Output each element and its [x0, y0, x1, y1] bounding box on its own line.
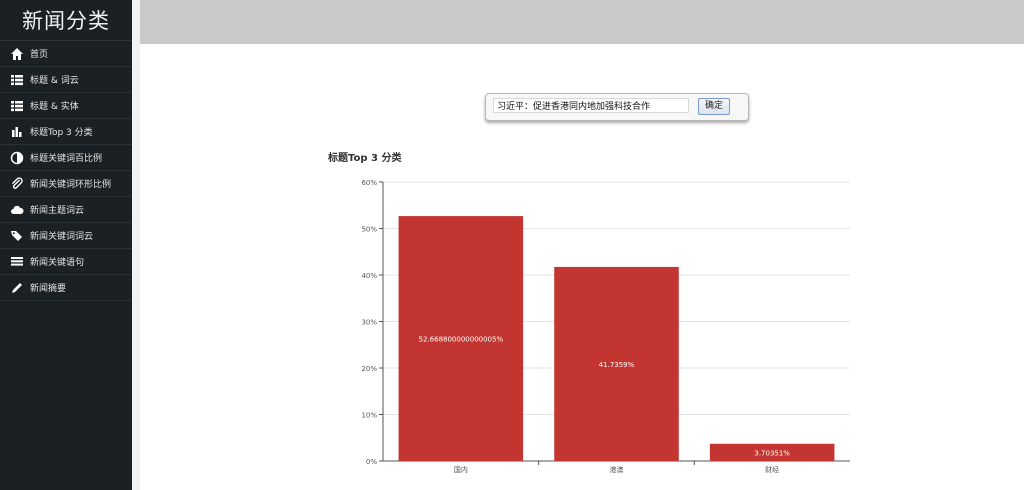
paperclip-icon	[10, 176, 24, 191]
sidebar-item-label: 标题关键词百比例	[30, 154, 103, 164]
confirm-button[interactable]: 确定	[698, 98, 730, 115]
sidebar-item[interactable]: 新闻摘要	[0, 275, 132, 301]
sidebar-item-label: 新闻关键词环形比例	[30, 180, 112, 190]
sidebar-item[interactable]: 标题 & 词云	[0, 67, 132, 93]
sidebar: 新闻分类 首页标题 & 词云 标题 & 实体标题Top 3 分类 标题关键词百比例新…	[0, 0, 132, 490]
list-icon	[10, 99, 24, 113]
y-tick-label: 50%	[361, 226, 377, 234]
sidebar-item-label: 标题 & 词云	[30, 76, 79, 86]
sidebar-item-label: 新闻关键语句	[30, 258, 85, 268]
sidebar-item-label: 新闻摘要	[30, 284, 67, 294]
y-tick-label: 10%	[361, 412, 377, 420]
sidebar-nav: 首页标题 & 词云 标题 & 实体标题Top 3 分类 标题关键词百比例 新闻关键词环…	[0, 41, 132, 301]
y-tick-label: 0%	[366, 458, 377, 466]
chart-title: 标题Top 3 分类	[328, 153, 402, 164]
tags-icon	[10, 229, 24, 243]
x-tick-label: 国内	[454, 465, 468, 474]
x-tick-label: 财经	[765, 465, 779, 474]
sidebar-item[interactable]: 新闻主题词云	[0, 197, 132, 223]
sidebar-divider	[132, 0, 140, 490]
y-tick-label: 30%	[361, 319, 377, 327]
sidebar-item-label: 新闻关键词词云	[30, 232, 94, 242]
app-title: 新闻分类	[0, 0, 132, 41]
sidebar-item-label: 标题 & 实体	[30, 102, 79, 112]
bar-chart-icon	[10, 125, 24, 139]
sidebar-item[interactable]: 标题Top 3 分类	[0, 119, 132, 145]
home-icon	[10, 47, 24, 61]
cloud-icon	[10, 203, 24, 217]
bar-chart: 0% 10% 20% 30% 40% 50% 60% 52.668800000000005% 国…	[361, 179, 850, 474]
align-justify-icon	[10, 255, 24, 269]
y-tick-label: 40%	[361, 272, 377, 280]
pencil-icon	[10, 281, 24, 295]
sidebar-item[interactable]: 新闻关键语句	[0, 249, 132, 275]
sidebar-item[interactable]: 首页	[0, 41, 132, 67]
search-input[interactable]	[493, 98, 689, 113]
sidebar-item-label: 标题Top 3 分类	[30, 128, 93, 138]
sidebar-item-label: 首页	[30, 50, 49, 60]
sidebar-item[interactable]: 新闻关键词环形比例	[0, 171, 132, 197]
y-tick-label: 60%	[361, 179, 377, 187]
bar-value-label: 52.668800000000005%	[419, 336, 504, 344]
sidebar-item[interactable]: 新闻关键词词云	[0, 223, 132, 249]
list-icon	[10, 73, 24, 87]
top-bar	[140, 0, 1024, 44]
bar-value-label: 41.7359%	[599, 361, 635, 369]
search-panel: 确定	[485, 93, 749, 121]
x-tick-label: 港澳	[610, 465, 624, 474]
contrast-icon	[10, 151, 24, 165]
bar-value-label: 3.70351%	[754, 449, 790, 457]
sidebar-item-label: 新闻主题词云	[30, 206, 85, 216]
sidebar-item[interactable]: 标题 & 实体	[0, 93, 132, 119]
sidebar-item[interactable]: 标题关键词百比例	[0, 145, 132, 171]
y-tick-label: 20%	[361, 365, 377, 373]
